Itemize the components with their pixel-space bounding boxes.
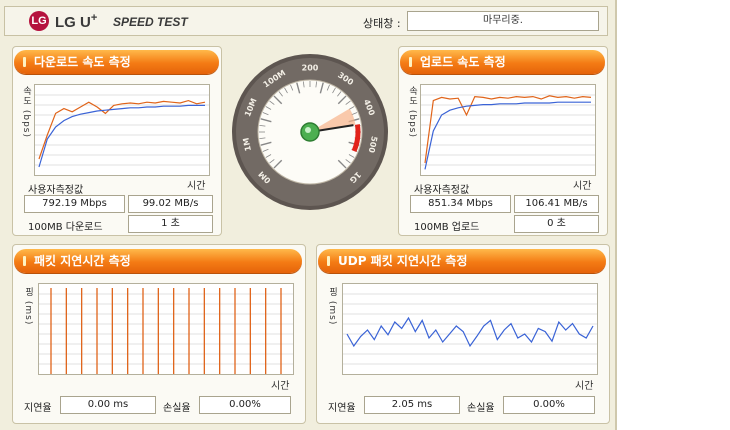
download-chart-svg	[35, 94, 209, 168]
series-line-1	[424, 95, 592, 164]
brand-plus: +	[90, 12, 98, 24]
udp-loss-label: 손실율	[467, 403, 495, 414]
packet-loss-value: 0.00%	[199, 396, 291, 414]
title-bullet-icon	[23, 256, 26, 266]
status-label: 상태창 :	[363, 17, 401, 30]
udp-loss-value: 0.00%	[503, 396, 595, 414]
packet-latency-chart	[38, 283, 294, 375]
udp-x-label: 시간	[575, 381, 594, 392]
packet-latency-title: 패킷 지연시간 측정	[14, 249, 302, 273]
udp-latency-label: 지연율	[328, 403, 356, 414]
download-mbps-value: 792.19 Mbps	[24, 195, 125, 213]
download-title: 다운로드 속도 측정	[14, 50, 219, 74]
download-x-label: 시간	[187, 181, 206, 192]
upload-mbs-value: 106.41 MB/s	[514, 195, 599, 213]
packet-latency-value: 0.00 ms	[60, 396, 156, 414]
upload-chart-svg	[421, 94, 595, 170]
upload-measured-label: 사용자측정값	[414, 185, 470, 196]
speed-test-app: LG LG U+ SPEED TEST 상태창 : 마무리중. 다운로드 속도 …	[0, 0, 617, 430]
title-bullet-icon	[409, 57, 412, 67]
header-bar: LG LG U+ SPEED TEST 상태창 : 마무리중.	[4, 6, 608, 36]
upload-title-text: 업로드 속도 측정	[420, 55, 506, 69]
udp-title-text: UDP 패킷 지연시간 측정	[338, 254, 468, 268]
lg-logo-icon: LG	[29, 11, 49, 31]
packet-x-label: 시간	[271, 381, 290, 392]
upload-time-value: 0 초	[514, 215, 599, 233]
download-chart	[34, 84, 210, 176]
packet-chart-svg	[39, 288, 293, 374]
series-line-1	[346, 316, 594, 348]
gauge-scale-label: 200	[302, 64, 319, 73]
download-y-label: 속도 (bps)	[21, 86, 31, 138]
series-line-2	[424, 101, 591, 170]
udp-latency-chart	[342, 283, 598, 375]
packet-title-text: 패킷 지연시간 측정	[34, 254, 131, 268]
upload-mbps-value: 851.34 Mbps	[410, 195, 511, 213]
product-title: SPEED TEST	[113, 15, 188, 29]
udp-latency-value: 2.05 ms	[364, 396, 460, 414]
download-mbs-value: 99.02 MB/s	[128, 195, 213, 213]
udp-latency-title: UDP 패킷 지연시간 측정	[318, 249, 606, 273]
upload-chart	[420, 84, 596, 176]
udp-chart-svg	[343, 293, 597, 365]
udp-y-label: 핑 (ms)	[327, 287, 337, 326]
speed-gauge: 0M 1M 10M 100M 200 300 400 500 1G	[230, 52, 390, 212]
download-title-text: 다운로드 속도 측정	[34, 55, 131, 69]
upload-title: 업로드 속도 측정	[400, 50, 605, 74]
upload-size-label: 100MB 업로드	[414, 222, 480, 233]
speed-gauge-svg: 0M1M10M100M2003004005001G	[232, 54, 388, 210]
brand-text: LG U	[55, 14, 91, 31]
title-bullet-icon	[23, 57, 26, 67]
download-size-label: 100MB 다운로드	[28, 222, 103, 233]
brand-name: LG U+	[55, 12, 97, 31]
gauge-hub-shine	[305, 127, 311, 133]
series-line-1	[38, 99, 206, 160]
download-time-value: 1 초	[128, 215, 213, 233]
packet-loss-label: 손실율	[163, 403, 191, 414]
upload-x-label: 시간	[573, 181, 592, 192]
packet-y-label: 핑 (ms)	[23, 287, 33, 326]
title-bullet-icon	[327, 256, 330, 266]
download-measured-label: 사용자측정값	[28, 185, 84, 196]
upload-y-label: 속도 (bps)	[407, 86, 417, 138]
packet-latency-label: 지연율	[24, 403, 52, 414]
status-field: 마무리중.	[407, 11, 599, 31]
